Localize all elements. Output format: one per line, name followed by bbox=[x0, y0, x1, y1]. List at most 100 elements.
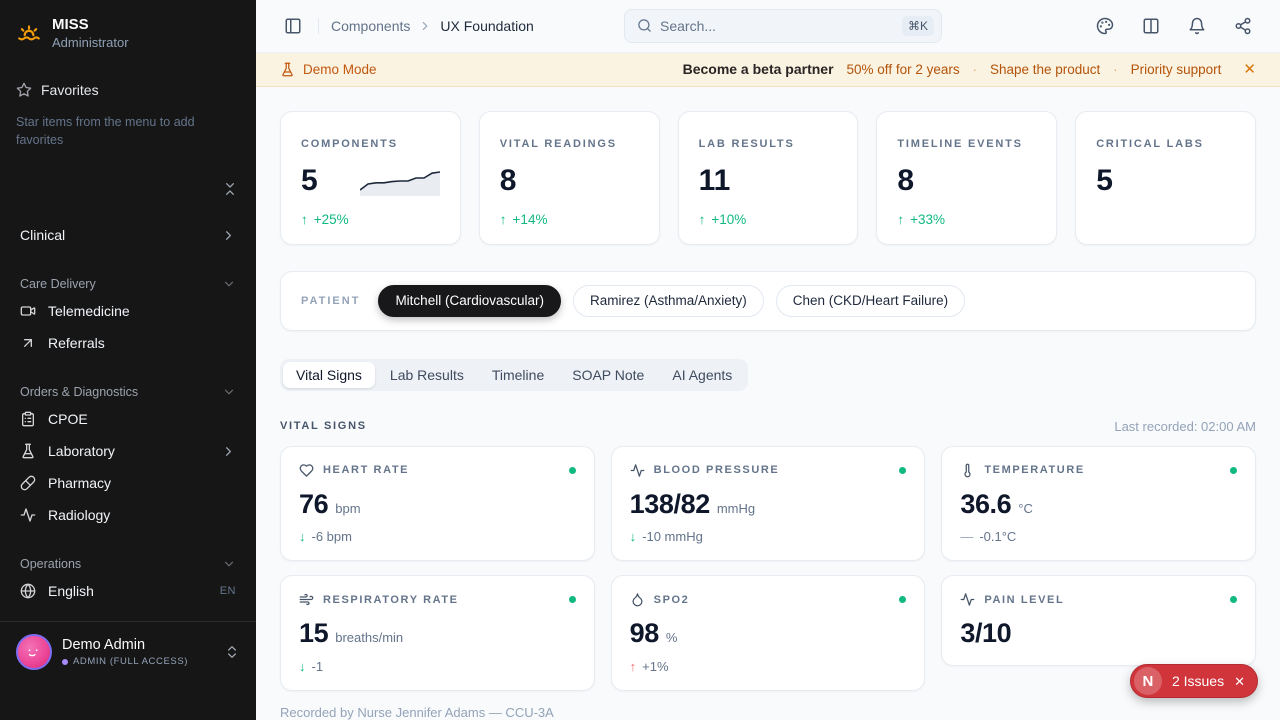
section-title: VITAL SIGNS bbox=[280, 420, 367, 432]
tab-soap-note[interactable]: SOAP Note bbox=[559, 362, 657, 388]
sidebar-toggle-button[interactable] bbox=[280, 13, 306, 39]
vital-label: TEMPERATURE bbox=[984, 464, 1085, 476]
chevron-right-icon bbox=[221, 444, 236, 459]
search-box[interactable]: ⌘K bbox=[624, 9, 942, 43]
issues-count-label: 2 Issues bbox=[1172, 673, 1224, 689]
share-button[interactable] bbox=[1230, 13, 1256, 39]
tab-ai-agents[interactable]: AI Agents bbox=[659, 362, 745, 388]
section-operations[interactable]: Operations bbox=[16, 557, 240, 571]
section-care-delivery[interactable]: Care Delivery bbox=[16, 277, 240, 291]
sidebar-item-cpoe[interactable]: CPOE bbox=[16, 403, 240, 435]
nextjs-logo: N bbox=[1134, 667, 1162, 695]
stat-label: VITAL READINGS bbox=[500, 138, 639, 150]
topbar-divider bbox=[318, 18, 319, 34]
stat-value: 5 bbox=[1096, 166, 1113, 196]
banner-perk: Priority support bbox=[1131, 62, 1222, 77]
panel-left-icon bbox=[284, 17, 302, 35]
sidebar-item-label: Telemedicine bbox=[48, 303, 130, 319]
activity-icon bbox=[20, 507, 36, 523]
dev-issues-badge[interactable]: N 2 Issues ✕ bbox=[1130, 664, 1258, 698]
theme-palette-button[interactable] bbox=[1092, 13, 1118, 39]
chevron-right-icon bbox=[418, 19, 432, 33]
topbar: Components UX Foundation ⌘K bbox=[256, 0, 1280, 53]
sidebar-item-telemedicine[interactable]: Telemedicine bbox=[16, 295, 240, 327]
perk-separator: · bbox=[1113, 62, 1117, 77]
issues-close-button[interactable]: ✕ bbox=[1234, 675, 1245, 688]
patient-label: PATIENT bbox=[301, 295, 360, 307]
vital-unit: °C bbox=[1018, 501, 1033, 516]
stat-trend: ↑ +14% bbox=[500, 212, 639, 227]
sidebar-item-pharmacy[interactable]: Pharmacy bbox=[16, 467, 240, 499]
star-icon bbox=[16, 82, 32, 98]
vital-trend: ↓ -10 mmHg bbox=[630, 529, 907, 544]
tab-timeline[interactable]: Timeline bbox=[479, 362, 557, 388]
trend-up-icon: ↑ bbox=[500, 212, 507, 227]
vital-card-temperature: TEMPERATURE 36.6 °C — -0.1°C bbox=[941, 446, 1256, 562]
section-orders-diagnostics[interactable]: Orders & Diagnostics bbox=[16, 385, 240, 399]
activity-icon bbox=[630, 463, 645, 478]
favorites-label: Favorites bbox=[41, 82, 99, 98]
heart-icon bbox=[299, 463, 314, 478]
droplet-icon bbox=[630, 592, 645, 607]
sidebar-item-referrals[interactable]: Referrals bbox=[16, 327, 240, 359]
chevron-down-icon bbox=[222, 385, 236, 399]
vital-label: PAIN LEVEL bbox=[984, 594, 1064, 606]
activity-icon bbox=[960, 592, 975, 607]
stat-label: LAB RESULTS bbox=[699, 138, 838, 150]
sidebar-item-label: Laboratory bbox=[48, 443, 115, 459]
sidebar-divider bbox=[0, 621, 256, 622]
last-recorded-timestamp: Last recorded: 02:00 AM bbox=[1114, 419, 1256, 434]
vital-value: 76 bbox=[299, 490, 328, 520]
sidebar-item-clinical[interactable]: Clinical bbox=[16, 219, 240, 251]
vital-value: 15 bbox=[299, 619, 328, 649]
notifications-button[interactable] bbox=[1184, 13, 1210, 39]
stat-card-critical-labs: CRITICAL LABS 5 bbox=[1075, 111, 1256, 245]
vital-card-spo2: SPO2 98 % ↑ +1% bbox=[611, 575, 926, 691]
sidebar-item-label: Radiology bbox=[48, 507, 110, 523]
vitals-section-header: VITAL SIGNS Last recorded: 02:00 AM bbox=[280, 419, 1256, 434]
stats-row: COMPONENTS 5 ↑ +25% VITAL READINGS 8 ↑ +… bbox=[280, 111, 1256, 245]
status-dot bbox=[569, 467, 576, 474]
main-area: Components UX Foundation ⌘K bbox=[256, 0, 1280, 720]
beta-partner-link[interactable]: Become a beta partner bbox=[683, 61, 834, 77]
vital-value: 3/10 bbox=[960, 619, 1011, 649]
banner-offers: Become a beta partner 50% off for 2 year… bbox=[683, 61, 1256, 77]
patient-option-chen[interactable]: Chen (CKD/Heart Failure) bbox=[776, 285, 965, 317]
trend-up-icon: ↑ bbox=[699, 212, 706, 227]
user-menu[interactable]: Demo Admin ADMIN (FULL ACCESS) bbox=[16, 634, 240, 670]
vital-label: HEART RATE bbox=[323, 464, 409, 476]
chevron-down-icon bbox=[222, 557, 236, 571]
breadcrumb-current: UX Foundation bbox=[440, 18, 533, 34]
trend-down-icon: ↓ bbox=[299, 659, 306, 674]
vital-unit: bpm bbox=[335, 501, 360, 516]
wind-icon bbox=[299, 592, 314, 607]
collapse-favorites-button[interactable] bbox=[220, 179, 240, 199]
stat-value: 8 bbox=[897, 166, 914, 196]
patient-option-mitchell[interactable]: Mitchell (Cardiovascular) bbox=[378, 285, 561, 317]
breadcrumb-parent[interactable]: Components bbox=[331, 18, 410, 34]
banner-close-button[interactable]: ✕ bbox=[1243, 62, 1256, 77]
vital-trend: ↓ -1 bbox=[299, 659, 576, 674]
favorites-header: Favorites bbox=[16, 82, 240, 98]
sidebar-item-laboratory[interactable]: Laboratory bbox=[16, 435, 240, 467]
vital-unit: breaths/min bbox=[335, 630, 403, 645]
tab-lab-results[interactable]: Lab Results bbox=[377, 362, 477, 388]
avatar bbox=[16, 634, 52, 670]
trend-up-icon: ↑ bbox=[301, 212, 308, 227]
layout-columns-button[interactable] bbox=[1138, 13, 1164, 39]
sidebar: MISS Administrator Favorites Star items … bbox=[0, 0, 256, 720]
sidebar-item-language[interactable]: English EN bbox=[16, 575, 240, 607]
search-input[interactable] bbox=[660, 18, 894, 34]
vital-trend: ↑ +1% bbox=[630, 659, 907, 674]
stat-trend: ↑ +25% bbox=[301, 212, 440, 227]
sidebar-item-radiology[interactable]: Radiology bbox=[16, 499, 240, 531]
vital-card-heart-rate: HEART RATE 76 bpm ↓ -6 bpm bbox=[280, 446, 595, 562]
tab-vital-signs[interactable]: Vital Signs bbox=[283, 362, 375, 388]
stat-value: 5 bbox=[301, 166, 318, 196]
patient-option-ramirez[interactable]: Ramirez (Asthma/Anxiety) bbox=[573, 285, 764, 317]
vital-label: BLOOD PRESSURE bbox=[654, 464, 780, 476]
stat-value: 11 bbox=[699, 166, 731, 196]
stat-card-lab-results: LAB RESULTS 11 ↑ +10% bbox=[678, 111, 859, 245]
brand-title: MISS bbox=[52, 16, 129, 33]
sidebar-item-label: English bbox=[48, 583, 94, 599]
